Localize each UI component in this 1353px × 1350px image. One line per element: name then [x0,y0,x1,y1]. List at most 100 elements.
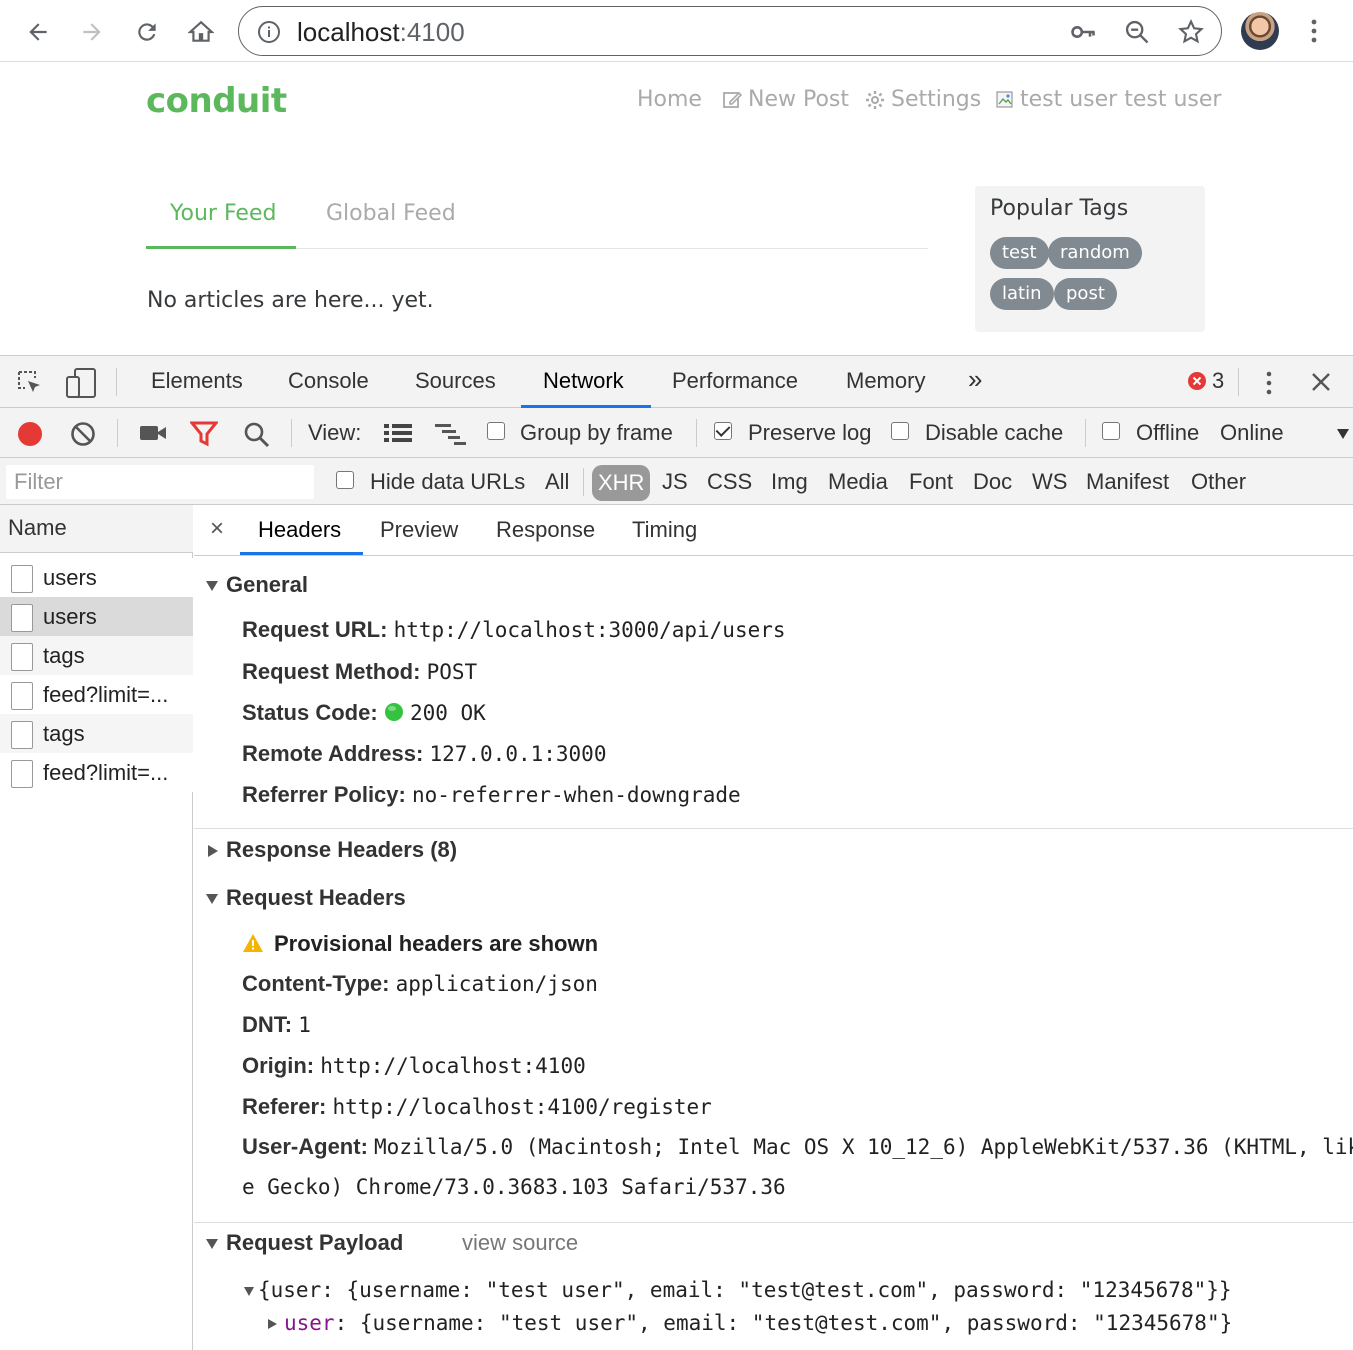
header-key: Request URL: [242,617,388,642]
header-key: Content-Type: [242,971,390,996]
throttling-select[interactable]: Online [1220,420,1284,446]
tab-your-feed[interactable]: Your Feed [170,201,276,226]
tab-sources[interactable]: Sources [415,368,496,394]
hide-data-urls-label[interactable]: Hide data URLs [370,469,525,495]
nav-new-post[interactable]: New Post [722,87,849,112]
filter-type-manifest[interactable]: Manifest [1086,469,1169,495]
offline-checkbox[interactable] [1102,422,1120,440]
filter-type-all[interactable]: All [545,469,569,495]
request-headers-toggle[interactable]: Request Headers [206,885,406,911]
response-headers-toggle[interactable]: Response Headers (8) [208,837,457,863]
tab-response[interactable]: Response [496,517,595,543]
reload-button[interactable] [127,12,167,52]
request-row[interactable]: tags [0,714,193,753]
preserve-log-checkbox[interactable] [714,422,732,440]
clear-icon[interactable] [70,421,96,447]
header-key: Status Code: [242,700,378,725]
nav-profile-label: test user test user [1020,87,1222,112]
nav-home-label: Home [637,87,702,112]
general-section-toggle[interactable]: General [206,572,308,598]
home-button[interactable] [181,12,221,52]
request-name: feed?limit=... [43,682,169,707]
close-detail-button[interactable]: × [210,515,224,543]
hide-data-urls-checkbox[interactable] [336,471,354,489]
header-value: e Gecko) Chrome/73.0.3683.103 Safari/537… [242,1175,786,1199]
forward-button[interactable] [72,12,112,52]
record-icon[interactable] [16,420,44,448]
request-row-selected[interactable]: users [0,597,193,636]
back-button[interactable] [18,12,58,52]
nav-profile[interactable]: test user test user [996,87,1221,112]
tab-preview[interactable]: Preview [380,517,458,543]
search-icon[interactable] [243,421,271,449]
expanded-triangle-icon [206,581,218,592]
group-by-frame-checkbox[interactable] [487,422,505,440]
request-row[interactable]: feed?limit=... [0,753,193,792]
nav-settings[interactable]: Settings [865,87,981,112]
info-icon[interactable] [257,20,281,44]
filter-type-font[interactable]: Font [909,469,953,495]
filter-type-js[interactable]: JS [662,469,688,495]
tab-performance[interactable]: Performance [672,368,798,394]
key-icon[interactable] [1069,18,1097,46]
tab-console[interactable]: Console [288,368,369,394]
status-ok-icon [384,703,403,721]
tag-pill[interactable]: latin [990,278,1054,310]
preserve-log-label[interactable]: Preserve log [748,420,872,446]
tab-memory[interactable]: Memory [846,368,925,394]
zoom-icon[interactable] [1123,18,1151,46]
offline-label[interactable]: Offline [1136,420,1199,446]
tag-pill[interactable]: post [1054,278,1117,310]
profile-avatar[interactable] [1241,12,1279,50]
tag-pill[interactable]: test [990,237,1049,269]
group-by-frame-label[interactable]: Group by frame [520,420,673,446]
chevron-down-icon[interactable] [1336,428,1350,440]
device-toolbar-icon[interactable] [65,367,97,399]
filter-icon[interactable] [190,421,218,447]
tab-timing[interactable]: Timing [632,517,697,543]
disable-cache-checkbox[interactable] [891,422,909,440]
request-row[interactable]: tags [0,636,193,675]
star-icon[interactable] [1177,18,1205,46]
customize-menu-icon[interactable] [1258,369,1280,397]
payload-child[interactable]: user: {username: "test user", email: "te… [268,1311,1232,1335]
name-column-header[interactable]: Name [0,505,193,553]
screenshot-camera-icon[interactable] [139,423,167,443]
address-bar[interactable]: localhost:4100 [238,6,1222,56]
filter-type-img[interactable]: Img [771,469,808,495]
filter-type-media[interactable]: Media [828,469,888,495]
tab-elements[interactable]: Elements [151,368,243,394]
filter-type-ws[interactable]: WS [1032,469,1067,495]
error-icon[interactable] [1187,371,1207,391]
filter-type-xhr[interactable]: XHR [592,465,651,501]
brand-logo[interactable]: conduit [146,81,287,121]
filter-type-doc[interactable]: Doc [973,469,1012,495]
file-icon [11,565,33,593]
filter-type-other[interactable]: Other [1191,469,1246,495]
filter-type-css[interactable]: CSS [707,469,752,495]
menu-kebab-icon[interactable] [1302,18,1326,44]
tab-global-feed[interactable]: Global Feed [326,201,456,226]
request-payload-toggle[interactable]: Request Payload [206,1230,403,1256]
file-icon [11,760,33,788]
filter-input[interactable]: Filter [6,465,314,499]
close-devtools-icon[interactable] [1310,371,1332,393]
tag-pill[interactable]: random [1048,237,1142,269]
tab-headers[interactable]: Headers [258,517,341,543]
large-rows-icon[interactable] [383,422,413,444]
payload-root[interactable]: {user: {username: "test user", email: "t… [244,1278,1232,1302]
request-row[interactable]: users [0,558,193,597]
dnt-row: DNT: 1 [242,1012,311,1038]
view-source-link[interactable]: view source [462,1230,578,1256]
more-tabs-button[interactable]: » [968,364,982,395]
url-text[interactable]: localhost:4100 [297,17,465,48]
file-icon [11,643,33,671]
inspect-element-icon[interactable] [16,369,44,397]
header-value: 1 [298,1013,311,1037]
error-count[interactable]: 3 [1212,368,1224,394]
disable-cache-label[interactable]: Disable cache [925,420,1063,446]
tab-network[interactable]: Network [543,368,624,394]
overview-waterfall-icon[interactable] [434,422,468,446]
nav-home[interactable]: Home [637,87,702,112]
request-row[interactable]: feed?limit=... [0,675,193,714]
